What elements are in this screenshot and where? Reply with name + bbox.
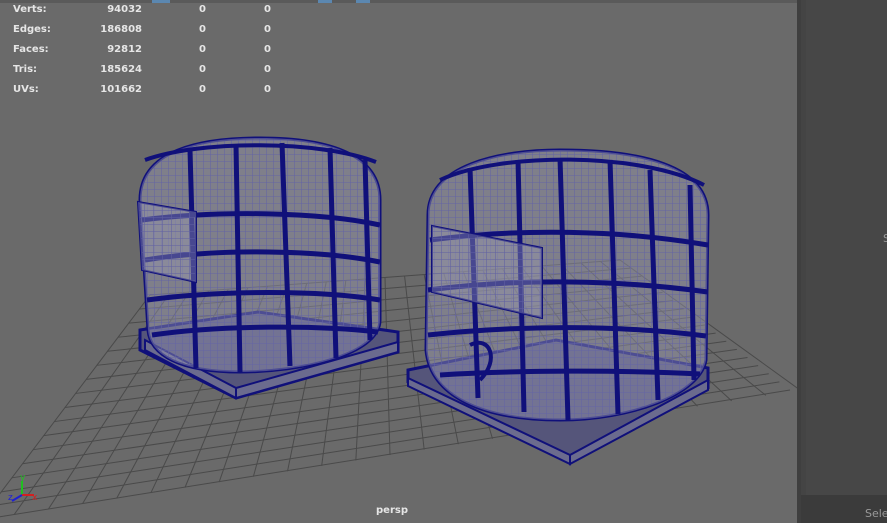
hud-stat-label: Edges: [13,24,51,35]
hud-row: Faces: 92812 0 0 [13,44,273,64]
hud-row: UVs: 101662 0 0 [13,84,273,104]
hud-stat-value: 186808 [100,24,142,35]
hud-stat-value: 0 [199,64,206,75]
hud-stat-value: 92812 [107,44,142,55]
poly-count-hud: Verts: 94032 0 0 Edges: 186808 0 0 Faces: 92812 0 0… [13,4,273,104]
hud-row: Tris: 185624 0 0 [13,64,273,84]
hud-stat-value: 0 [264,84,271,95]
hud-row: Verts: 94032 0 0 [13,4,273,24]
hud-stat-label: Faces: [13,44,49,55]
hud-row: Edges: 186808 0 0 [13,24,273,44]
tank-mesh-left[interactable] [136,136,400,400]
hud-stat-label: Verts: [13,4,47,15]
right-panel-side-label: S [883,232,887,245]
camera-name-label: persp [376,505,408,516]
right-side-panel: Sele S [801,0,887,523]
hud-stat-value: 0 [199,24,206,35]
perspective-viewport[interactable]: y x z Verts: 94032 0 0 Edges: 186808 0 0 Faces: 9… [0,0,797,523]
axis-x-label: x [32,493,38,503]
hud-stat-value: 0 [199,4,206,15]
axis-z-label: z [8,493,13,503]
hud-stat-value: 0 [264,44,271,55]
hud-stat-value: 0 [199,44,206,55]
right-panel-footer-text[interactable]: Sele [865,507,887,520]
hud-stat-value: 185624 [100,64,142,75]
right-panel-content [806,0,887,495]
hud-stat-label: Tris: [13,64,38,75]
hud-stat-value: 0 [264,24,271,35]
hud-stat-label: UVs: [13,84,39,95]
hud-stat-value: 94032 [107,4,142,15]
axis-y-label: y [20,473,26,483]
hud-stat-value: 101662 [100,84,142,95]
hud-stat-value: 0 [264,64,271,75]
hud-stat-value: 0 [264,4,271,15]
hud-stat-value: 0 [199,84,206,95]
